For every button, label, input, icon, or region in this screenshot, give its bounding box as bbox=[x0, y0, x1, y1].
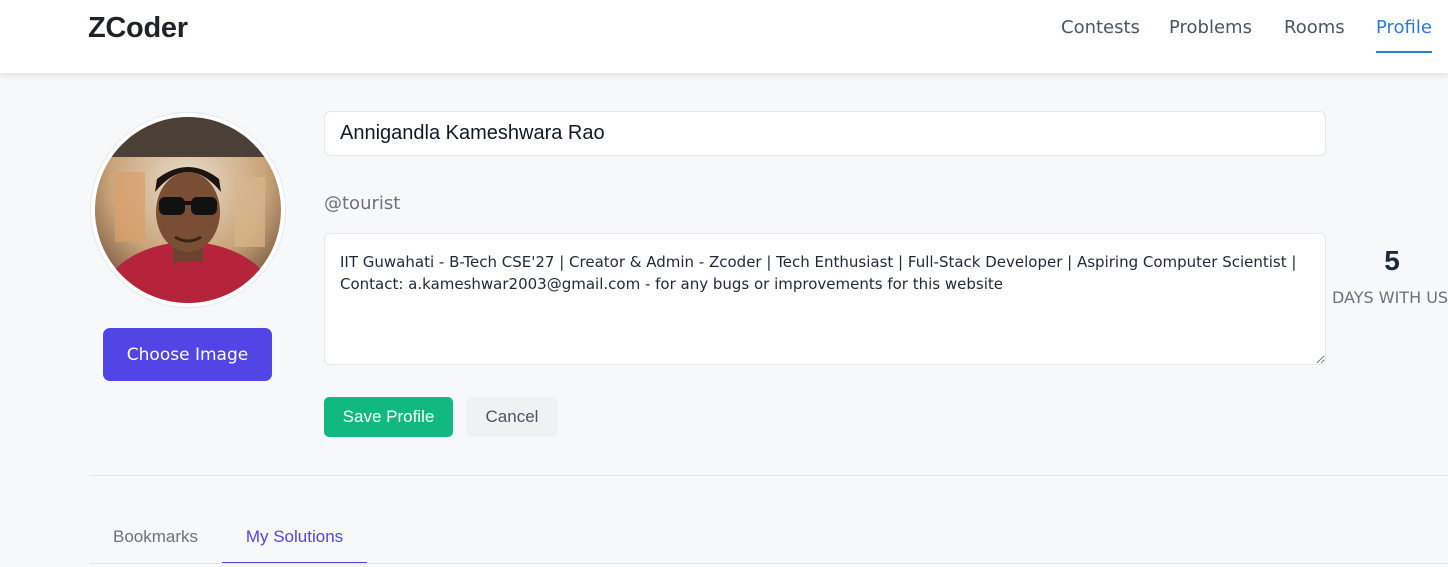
nav-contests[interactable]: Contests bbox=[1061, 17, 1140, 53]
tab-my-solutions[interactable]: My Solutions bbox=[222, 524, 367, 564]
bio-textarea[interactable]: IIT Guwahati - B-Tech CSE'27 | Creator &… bbox=[324, 233, 1326, 365]
username-handle: @tourist bbox=[324, 193, 401, 214]
save-profile-button[interactable]: Save Profile bbox=[324, 397, 453, 437]
nav-profile[interactable]: Profile bbox=[1376, 17, 1432, 53]
days-with-us-label: DAYS WITH US bbox=[1332, 288, 1448, 307]
app-logo[interactable]: ZCoder bbox=[88, 12, 188, 45]
days-with-us-value: 5 bbox=[1384, 245, 1400, 276]
nav-problems[interactable]: Problems bbox=[1169, 17, 1252, 53]
nav-rooms[interactable]: Rooms bbox=[1284, 17, 1345, 53]
tabs-baseline bbox=[89, 563, 1448, 564]
tab-bookmarks[interactable]: Bookmarks bbox=[89, 524, 222, 564]
avatar-photo bbox=[95, 117, 281, 303]
cancel-button[interactable]: Cancel bbox=[466, 397, 558, 437]
profile-avatar bbox=[91, 113, 285, 307]
top-navbar: ZCoder Contests Problems Rooms Profile bbox=[0, 0, 1448, 73]
name-input[interactable] bbox=[324, 111, 1326, 156]
section-divider bbox=[89, 475, 1448, 476]
choose-image-button[interactable]: Choose Image bbox=[103, 328, 272, 381]
